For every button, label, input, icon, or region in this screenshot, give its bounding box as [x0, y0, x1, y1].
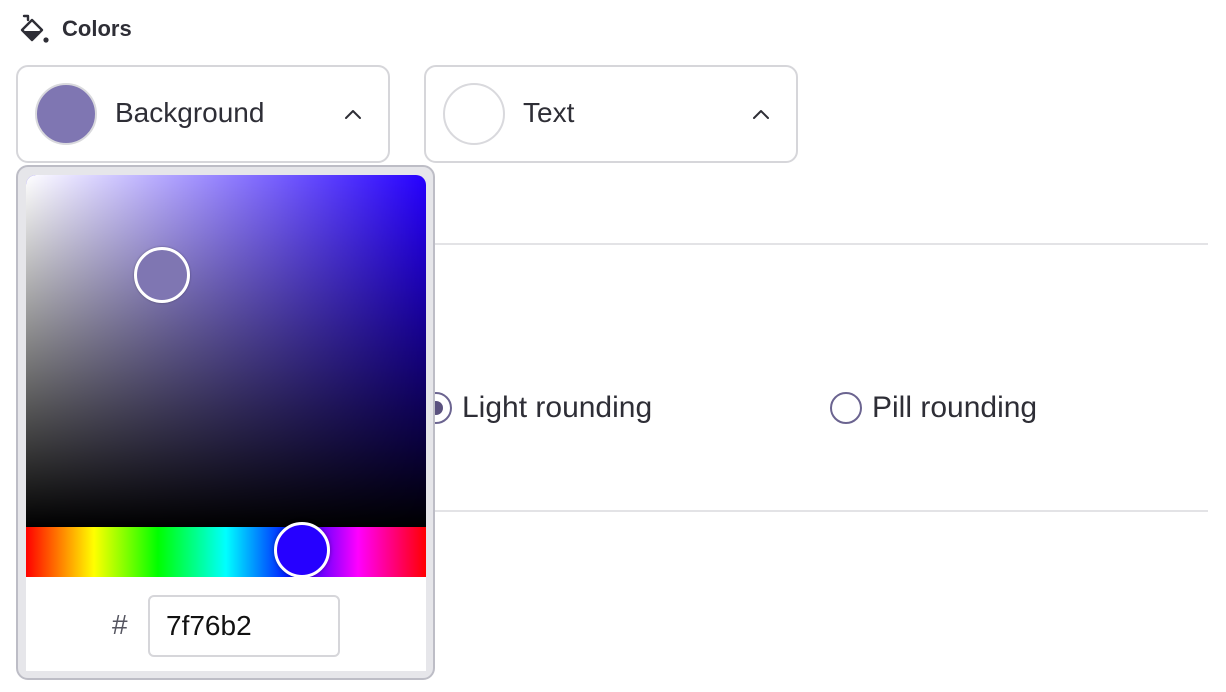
divider — [434, 510, 1208, 512]
saturation-handle[interactable] — [134, 247, 190, 303]
background-select-label: Background — [115, 97, 265, 128]
background-color-swatch — [35, 83, 97, 145]
hash-label: # — [112, 609, 128, 640]
color-picker-popover: # — [16, 165, 435, 680]
paint-bucket-icon — [20, 14, 49, 43]
colors-section-title: Colors — [62, 16, 132, 41]
text-color-swatch — [443, 83, 505, 145]
hue-slider[interactable] — [26, 522, 426, 578]
light-rounding-label: Light rounding — [462, 391, 653, 424]
pill-rounding-label: Pill rounding — [872, 391, 1038, 424]
radio-button[interactable] — [830, 392, 862, 424]
divider — [434, 243, 1208, 245]
background-color-select[interactable]: Background — [16, 65, 390, 163]
chevron-up-icon — [345, 110, 361, 119]
chevron-up-icon — [753, 110, 769, 119]
hex-color-input[interactable] — [148, 595, 340, 657]
pill-rounding-radio[interactable]: Pill rounding — [830, 388, 1037, 428]
saturation-brightness-area[interactable] — [26, 175, 426, 527]
hue-slider-handle[interactable] — [274, 522, 330, 578]
text-color-select[interactable]: Text — [424, 65, 798, 163]
hex-input-row: # — [26, 577, 426, 671]
light-rounding-radio[interactable]: Light rounding — [420, 388, 652, 428]
colors-section-header: Colors — [18, 12, 132, 46]
text-select-label: Text — [523, 97, 575, 128]
saturation-black-layer — [26, 175, 426, 527]
